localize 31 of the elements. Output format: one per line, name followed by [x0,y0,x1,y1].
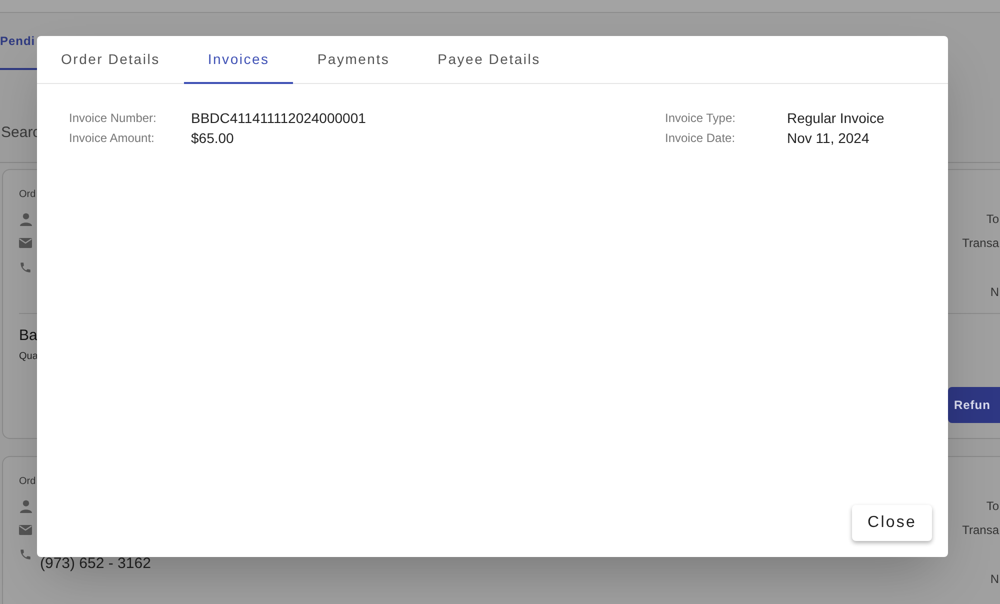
tab[interactable]: Order Details [37,36,184,84]
tab[interactable]: Payee Details [414,36,564,84]
field-label: To [986,211,999,228]
field-label: N [990,571,999,588]
field-label: Transa [962,522,999,539]
field-label: Invoice Number: [69,110,158,127]
person-icon [20,500,32,512]
order-label: Ord [19,188,36,202]
refund-button[interactable]: Refun [948,387,1000,423]
order-label: Ord [19,475,37,489]
field-label: Invoice Type: [665,110,736,127]
mail-icon [19,238,32,248]
field-label: Invoice Date: [665,130,736,147]
tab[interactable]: Invoices [184,36,294,84]
quantity-label: Qua [19,350,38,364]
tab[interactable]: Payments [293,36,414,84]
product-title: Ba [19,326,38,346]
phone-icon [19,260,32,274]
phone-icon [19,548,32,560]
field-value: Regular Invoice [787,108,884,128]
mail-icon [19,525,32,535]
close-button[interactable]: Close [852,505,932,541]
field-label: Transa [962,235,999,252]
field-value: Nov 11, 2024 [787,128,870,148]
field-value: $65.00 [191,128,234,148]
field-label: N [990,284,999,301]
person-icon [20,212,32,226]
field-value: BBDC411411112024000001 [191,108,366,128]
field-label: Invoice Amount: [69,130,156,147]
phone-number: (973) 652 - 3162 [40,554,151,574]
field-label: To [986,498,999,515]
